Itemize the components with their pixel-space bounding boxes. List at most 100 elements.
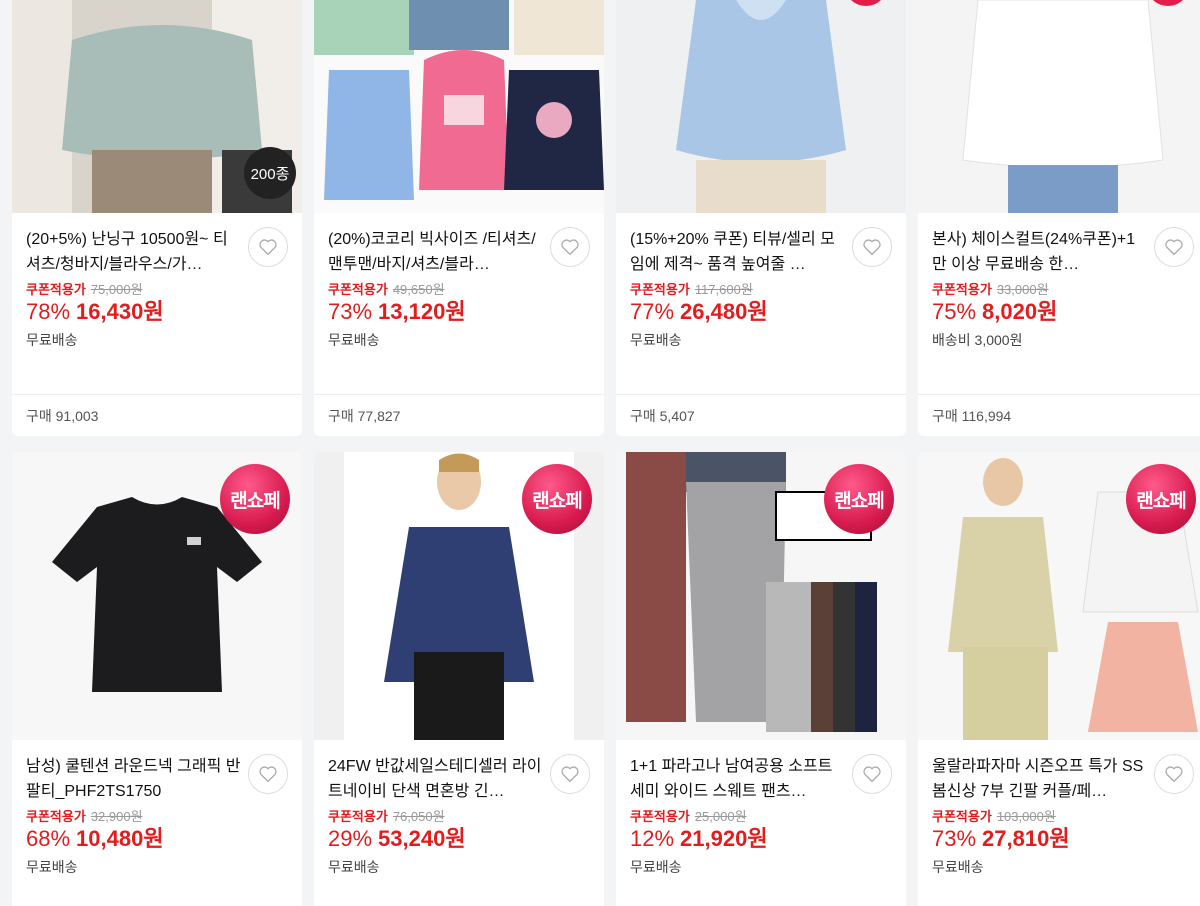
- heart-icon: [863, 239, 881, 256]
- heart-icon: [259, 766, 277, 783]
- product-title[interactable]: (15%+20% 쿠폰) 티뷰/셀리 모임에 제격~ 품격 높여줄 …: [630, 227, 846, 277]
- product-title[interactable]: 24FW 반값세일스테디셀러 라이트네이비 단색 면혼방 긴…: [328, 754, 544, 804]
- shipping-info: 무료배송: [26, 332, 78, 348]
- coupon-price-row: 쿠폰적용가 33,000원: [932, 281, 1194, 298]
- product-image[interactable]: [314, 0, 604, 213]
- product-title[interactable]: 1+1 파라고나 남여공용 소프트 세미 와이드 스웨트 팬츠…: [630, 754, 846, 804]
- discount-rate: 68%: [26, 826, 71, 851]
- ranshope-badge: 랜쇼페: [1126, 464, 1196, 534]
- product-info: 본사) 체이스컬트(24%쿠폰)+1만 이상 무료배송 한… 쿠폰적용가 33,0…: [918, 213, 1200, 350]
- discount-rate: 75%: [932, 299, 977, 324]
- product-title[interactable]: 울랄라파자마 시즌오프 특가 SS 봄신상 7부 긴팔 커플/페…: [932, 754, 1148, 804]
- heart-icon: [863, 766, 881, 783]
- purchase-count: 구매 116,994: [918, 394, 1200, 436]
- purchase-count: 구매 5,407: [616, 394, 906, 436]
- original-price: 76,050원: [392, 809, 445, 824]
- sale-price-row: 75% 8,020원: [932, 298, 1194, 326]
- coupon-label: 쿠폰적용가: [932, 809, 992, 824]
- shipping-info: 배송비 3,000원: [932, 332, 1023, 348]
- product-info: 24FW 반값세일스테디셀러 라이트네이비 단색 면혼방 긴… 쿠폰적용가 76,…: [314, 740, 604, 877]
- heart-icon: [1165, 766, 1183, 783]
- product-image[interactable]: [616, 0, 906, 213]
- discount-rate: 77%: [630, 299, 675, 324]
- coupon-label: 쿠폰적용가: [932, 282, 992, 297]
- original-price: 33,000원: [996, 282, 1049, 297]
- shipping-info: 무료배송: [26, 859, 78, 875]
- heart-icon: [259, 239, 277, 256]
- original-price: 25,000원: [694, 809, 747, 824]
- coupon-price-row: 쿠폰적용가 117,600원: [630, 281, 892, 298]
- coupon-price-row: 쿠폰적용가 25,000원: [630, 808, 892, 825]
- ranshope-badge: 랜쇼페: [220, 464, 290, 534]
- discount-rate: 73%: [932, 826, 977, 851]
- sale-price-row: 68% 10,480원: [26, 825, 288, 853]
- original-price: 117,600원: [694, 282, 753, 297]
- sale-price: 53,240원: [378, 826, 466, 851]
- coupon-label: 쿠폰적용가: [26, 282, 86, 297]
- wishlist-button[interactable]: [852, 227, 892, 267]
- product-card[interactable]: 랜쇼페 24FW 반값세일스테디셀러 라이트네이비 단색 면혼방 긴… 쿠폰적용…: [314, 452, 604, 906]
- wishlist-button[interactable]: [248, 227, 288, 267]
- product-title[interactable]: (20+5%) 난닝구 10500원~ 티셔츠/청바지/블라우스/가…: [26, 227, 242, 277]
- product-card[interactable]: 랜쇼페 1+1 파라고나 남여공용 소프트 세미 와이드 스웨트 팬츠… 쿠폰적…: [616, 452, 906, 906]
- sale-price-row: 73% 27,810원: [932, 825, 1194, 853]
- sale-price: 26,480원: [680, 299, 768, 324]
- wishlist-button[interactable]: [1154, 754, 1194, 794]
- purchase-count: 구매 91,003: [12, 394, 302, 436]
- product-info: 남성) 쿨텐션 라운드넥 그래픽 반팔티_PHF2TS1750 쿠폰적용가 32,…: [12, 740, 302, 877]
- sale-price: 10,480원: [76, 826, 164, 851]
- product-title[interactable]: (20%)코코리 빅사이즈 /티셔츠/맨투맨/바지/셔츠/블라…: [328, 227, 544, 277]
- product-info: (15%+20% 쿠폰) 티뷰/셀리 모임에 제격~ 품격 높여줄 … 쿠폰적용…: [616, 213, 906, 350]
- wishlist-button[interactable]: [550, 227, 590, 267]
- ranshope-badge: 랜쇼페: [824, 464, 894, 534]
- product-image[interactable]: [918, 0, 1200, 213]
- discount-rate: 12%: [630, 826, 675, 851]
- original-price: 103,000원: [996, 809, 1056, 824]
- heart-icon: [1165, 239, 1183, 256]
- product-card[interactable]: (20%)코코리 빅사이즈 /티셔츠/맨투맨/바지/셔츠/블라… 쿠폰적용가 49…: [314, 0, 604, 436]
- sale-price: 8,020원: [982, 299, 1058, 324]
- sale-price-row: 73% 13,120원: [328, 298, 590, 326]
- product-card[interactable]: 본사) 체이스컬트(24%쿠폰)+1만 이상 무료배송 한… 쿠폰적용가 33,0…: [918, 0, 1200, 436]
- product-image[interactable]: 랜쇼페: [314, 452, 604, 740]
- product-card[interactable]: 200종 (20+5%) 난닝구 10500원~ 티셔츠/청바지/블라우스/가……: [12, 0, 302, 436]
- product-card[interactable]: 랜쇼페 울랄라파자마 시즌오프 특가 SS 봄신상 7부 긴팔 커플/페… 쿠폰…: [918, 452, 1200, 906]
- product-info: (20%)코코리 빅사이즈 /티셔츠/맨투맨/바지/셔츠/블라… 쿠폰적용가 49…: [314, 213, 604, 350]
- coupon-label: 쿠폰적용가: [630, 809, 690, 824]
- sale-price: 16,430원: [76, 299, 164, 324]
- sale-price-row: 78% 16,430원: [26, 298, 288, 326]
- product-title[interactable]: 본사) 체이스컬트(24%쿠폰)+1만 이상 무료배송 한…: [932, 227, 1148, 277]
- product-title[interactable]: 남성) 쿨텐션 라운드넥 그래픽 반팔티_PHF2TS1750: [26, 754, 242, 804]
- original-price: 32,900원: [90, 809, 143, 824]
- wishlist-button[interactable]: [550, 754, 590, 794]
- product-image[interactable]: 200종: [12, 0, 302, 213]
- heart-icon: [561, 239, 579, 256]
- coupon-price-row: 쿠폰적용가 49,650원: [328, 281, 590, 298]
- wishlist-button[interactable]: [852, 754, 892, 794]
- sale-price: 13,120원: [378, 299, 466, 324]
- sale-price-row: 29% 53,240원: [328, 825, 590, 853]
- heart-icon: [561, 766, 579, 783]
- wishlist-button[interactable]: [1154, 227, 1194, 267]
- shipping-info: 무료배송: [630, 332, 682, 348]
- original-price: 49,650원: [392, 282, 445, 297]
- product-card[interactable]: (15%+20% 쿠폰) 티뷰/셀리 모임에 제격~ 품격 높여줄 … 쿠폰적용…: [616, 0, 906, 436]
- ranshope-badge: 랜쇼페: [522, 464, 592, 534]
- wishlist-button[interactable]: [248, 754, 288, 794]
- discount-rate: 78%: [26, 299, 71, 324]
- product-image[interactable]: 랜쇼페: [616, 452, 906, 740]
- coupon-price-row: 쿠폰적용가 32,900원: [26, 808, 288, 825]
- coupon-price-row: 쿠폰적용가 103,000원: [932, 808, 1194, 825]
- discount-rate: 29%: [328, 826, 373, 851]
- product-card[interactable]: 랜쇼페 남성) 쿨텐션 라운드넥 그래픽 반팔티_PHF2TS1750 쿠폰적용…: [12, 452, 302, 906]
- product-image[interactable]: 랜쇼페: [918, 452, 1200, 740]
- coupon-price-row: 쿠폰적용가 75,000원: [26, 281, 288, 298]
- product-image[interactable]: 랜쇼페: [12, 452, 302, 740]
- sale-price: 21,920원: [680, 826, 768, 851]
- product-grid: 200종 (20+5%) 난닝구 10500원~ 티셔츠/청바지/블라우스/가……: [0, 0, 1200, 906]
- shipping-info: 무료배송: [328, 859, 380, 875]
- coupon-label: 쿠폰적용가: [26, 809, 86, 824]
- product-info: 1+1 파라고나 남여공용 소프트 세미 와이드 스웨트 팬츠… 쿠폰적용가 25…: [616, 740, 906, 877]
- discount-rate: 73%: [328, 299, 373, 324]
- variant-count-badge: 200종: [244, 147, 296, 199]
